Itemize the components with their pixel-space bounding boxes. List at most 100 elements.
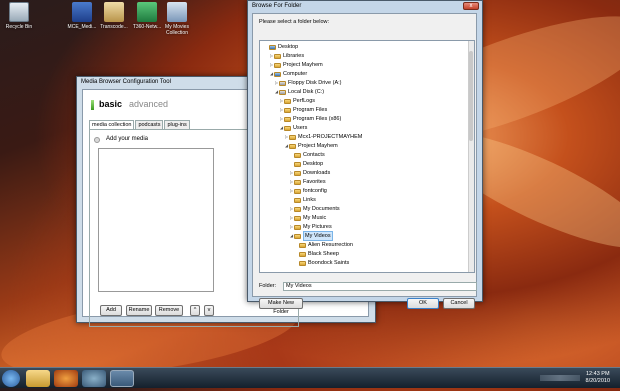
tree-scrollbar[interactable] <box>468 41 474 272</box>
media-browser-tabs: media collection podcasts plug-ins <box>89 120 191 129</box>
taskbar: 12:43 PM 8/20/2010 <box>0 367 620 388</box>
network-icon <box>137 2 157 22</box>
tree-item[interactable]: ▷ PerfLogs <box>279 97 315 105</box>
folder-icon <box>294 206 301 212</box>
move-up-button[interactable]: ^ <box>190 305 200 316</box>
browse-dialog-titlebar[interactable]: Browse For Folder x <box>248 1 482 12</box>
folder-icon <box>274 62 281 68</box>
start-button[interactable] <box>2 370 20 387</box>
remove-button[interactable]: Remove <box>155 305 183 316</box>
media-folder-list[interactable] <box>98 148 214 292</box>
tree-item[interactable]: ▷ Floppy Disk Drive (A:) <box>274 79 342 87</box>
tree-item-label: Project Mayhem <box>283 62 323 68</box>
tree-item-label: Black Sheep <box>308 251 339 257</box>
folder-label: Folder: <box>259 283 277 289</box>
clock[interactable]: 12:43 PM 8/20/2010 <box>586 371 610 385</box>
tree-item[interactable]: Desktop <box>289 160 323 168</box>
desktop-icon-my-movies[interactable]: My Movies Collection <box>160 2 194 36</box>
taskbar-explorer[interactable] <box>26 370 50 387</box>
make-new-folder-button[interactable]: Make New Folder <box>259 298 303 315</box>
tree-item[interactable]: ◢ Local Disk (C:) <box>274 88 324 96</box>
tree-item[interactable]: ◢ Computer <box>269 70 307 78</box>
tree-item-label: Mcx1-PROJECTMAYHEM <box>298 134 363 140</box>
tree-item-label: Boondock Saints <box>308 260 350 266</box>
tree-item-label: Favorites <box>303 179 326 185</box>
ok-button[interactable]: OK <box>407 298 439 309</box>
folder-icon <box>289 143 296 149</box>
tree-item[interactable]: ◢ My Videos <box>289 231 333 241</box>
tree-item[interactable]: ▷ My Documents <box>289 205 340 213</box>
tree-item[interactable]: Alien Resurrection <box>294 241 353 249</box>
close-button[interactable]: x <box>463 2 479 10</box>
window-title: Media Browser Configuration Tool <box>81 79 171 85</box>
tree-item[interactable]: Desktop <box>264 43 298 51</box>
taskbar-firefox[interactable] <box>54 370 78 387</box>
desktop-icon <box>269 44 276 50</box>
desktop-icon-recycle-bin[interactable]: Recycle Bin <box>2 2 36 30</box>
movies-icon <box>167 2 187 22</box>
tree-item[interactable]: ▷ Mcx1-PROJECTMAYHEM <box>284 133 362 141</box>
tree-item-label: Program Files (x86) <box>293 116 342 122</box>
tree-item-label: Desktop <box>278 44 299 50</box>
folder-input[interactable]: My Videos <box>283 282 477 291</box>
cancel-button[interactable]: Cancel <box>443 298 475 309</box>
tree-item-label: Program Files <box>293 107 328 113</box>
tree-item[interactable]: ▷ Downloads <box>289 169 330 177</box>
move-down-button[interactable]: v <box>204 305 214 316</box>
tree-item[interactable]: ▷ My Music <box>289 214 326 222</box>
folder-icon <box>284 116 291 122</box>
computer-icon <box>274 71 281 77</box>
tree-item[interactable]: ▷ Program Files <box>279 106 327 114</box>
tree-item[interactable]: Links <box>289 196 316 204</box>
folder-icon <box>294 188 301 194</box>
desktop-icon-t360-network[interactable]: T360-Netw... <box>130 2 164 30</box>
tree-item-label: My Documents <box>303 206 340 212</box>
tree-item-label: Links <box>303 197 316 203</box>
system-tray <box>540 375 580 381</box>
dialog-title: Browse For Folder <box>252 3 302 9</box>
tree-item[interactable]: ▷ Program Files (x86) <box>279 115 341 123</box>
tree-item[interactable]: ▷ Libraries <box>269 52 304 60</box>
folder-icon <box>294 170 301 176</box>
tree-item-label: PerfLogs <box>293 98 316 104</box>
tree-item-label: fontconfig <box>303 188 327 194</box>
tree-item-label: My Music <box>303 215 327 221</box>
desktop-icon-transcode[interactable]: Transcode... <box>97 2 131 30</box>
browse-dialog-client: Please select a folder below: Desktop ▷ Li… <box>252 13 477 315</box>
tree-item-label: Users <box>293 125 308 131</box>
desktop-icon-mce-media[interactable]: MCE_Medi... <box>65 2 99 30</box>
mode-advanced[interactable]: advanced <box>129 99 168 109</box>
folder-icon <box>294 224 301 230</box>
tree-item[interactable]: Black Sheep <box>294 250 339 258</box>
dialog-prompt: Please select a folder below: <box>259 19 330 25</box>
tree-item[interactable]: Boondock Saints <box>294 259 349 267</box>
drive-icon <box>279 80 286 86</box>
media-browser-logo-icon <box>91 100 94 110</box>
tree-item[interactable]: ▷ Favorites <box>289 178 326 186</box>
close-icon: x <box>469 3 473 9</box>
taskbar-config-tool[interactable] <box>110 370 134 387</box>
tab-media-collection[interactable]: media collection <box>89 120 135 129</box>
tree-item[interactable]: ▷ Project Mayhem <box>269 61 323 69</box>
tree-item[interactable]: ◢ Project Mayhem <box>284 142 338 150</box>
tree-item[interactable]: ◢ Users <box>279 124 307 132</box>
add-button[interactable]: Add <box>100 305 122 316</box>
mode-basic[interactable]: basic <box>99 99 122 109</box>
scrollbar-thumb[interactable] <box>469 51 473 141</box>
tab-plug-ins[interactable]: plug-ins <box>164 120 190 129</box>
rename-button[interactable]: Rename <box>126 305 152 316</box>
tree-item[interactable]: ▷ fontconfig <box>289 187 327 195</box>
tree-item-label: Desktop <box>303 161 324 167</box>
tree-item[interactable]: Contacts <box>289 151 325 159</box>
recycle-bin-icon <box>9 2 29 22</box>
tree-item-label: Libraries <box>283 53 305 59</box>
tab-podcasts[interactable]: podcasts <box>135 120 164 129</box>
tree-item[interactable]: ▷ My Pictures <box>289 223 332 231</box>
installer-icon <box>72 2 92 22</box>
folder-tree[interactable]: Desktop ▷ Libraries ▷ Project Mayhem ◢ Compute… <box>259 40 475 273</box>
folder-icon <box>294 233 301 239</box>
taskbar-media-center[interactable] <box>82 370 106 387</box>
tree-item-label: Project Mayhem <box>298 143 338 149</box>
folder-icon <box>294 161 301 167</box>
tree-item-label: My Pictures <box>303 224 332 230</box>
